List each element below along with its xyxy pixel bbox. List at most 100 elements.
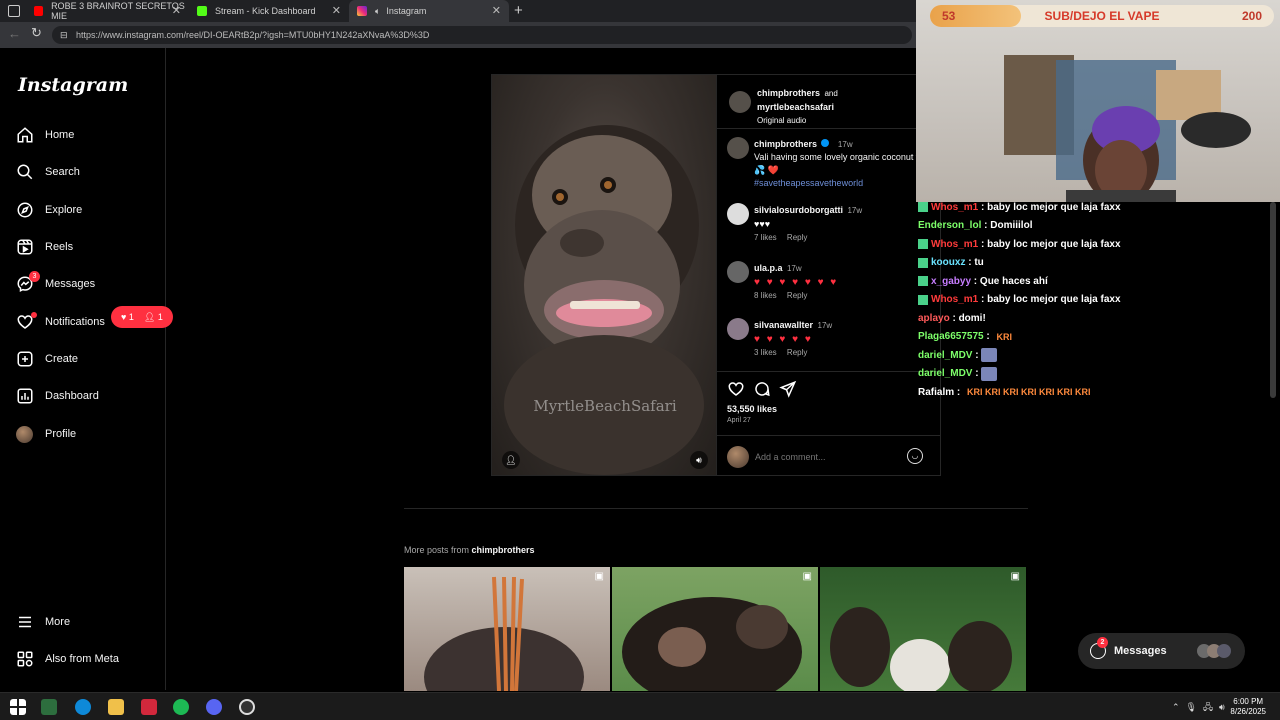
comment-time: 17w (786, 264, 802, 273)
messages-badge: 3 (29, 271, 40, 282)
notifications-popup-pill[interactable]: ♥ 1 👤︎ 1 (111, 306, 173, 328)
nav-dashboard[interactable]: Dashboard (16, 383, 161, 409)
refresh-icon[interactable]: ↻ (31, 25, 42, 41)
chat-username[interactable]: Enderson_lol (918, 220, 981, 231)
comment-likes[interactable]: 3 likes (754, 348, 777, 357)
file-explorer-icon[interactable] (108, 699, 124, 715)
comment-avatar[interactable] (727, 318, 749, 340)
caption-username[interactable]: chimpbrothers (754, 139, 817, 149)
site-info-icon[interactable]: ⊟ (60, 26, 68, 44)
close-tab-icon[interactable]: ✕ (492, 4, 501, 17)
chat-username[interactable]: Plaga6657575 (918, 331, 984, 342)
messages-floating-button[interactable]: 2 Messages (1078, 633, 1245, 669)
chat-text: KRI (996, 331, 1013, 342)
avatar (16, 425, 33, 443)
chat-username[interactable]: koouxz (931, 257, 965, 268)
comment-likes[interactable]: 7 likes (754, 233, 777, 242)
emoji-icon[interactable]: ◡ (907, 448, 923, 464)
chat-username[interactable]: Whos_m1 (931, 294, 978, 305)
new-tab-button[interactable]: + (514, 2, 523, 19)
comment-avatar[interactable] (727, 203, 749, 225)
discord-icon[interactable] (206, 699, 222, 715)
obs-icon[interactable] (239, 699, 255, 715)
terminal-icon[interactable] (41, 699, 57, 715)
comment-reply[interactable]: Reply (787, 233, 807, 242)
post-thumbnail[interactable]: ▣ (612, 567, 818, 691)
nav-home[interactable]: Home (16, 122, 161, 148)
reel-video[interactable]: MyrtleBeachSafari 👤︎ 🔊︎ (491, 74, 717, 476)
chat-username[interactable]: dariel_MDV (918, 350, 972, 361)
caption-hashtag[interactable]: #savetheapessavetheworld (754, 178, 863, 188)
like-icon[interactable] (727, 380, 745, 398)
nav-more[interactable]: More (16, 609, 161, 635)
caption-avatar[interactable] (727, 137, 749, 159)
chat-username[interactable]: dariel_MDV (918, 368, 972, 379)
app-red-icon[interactable] (141, 699, 157, 715)
volume-icon[interactable]: 🔊︎ (690, 451, 708, 469)
nav-also-from-meta[interactable]: Also from Meta (16, 646, 161, 672)
comment-reply[interactable]: Reply (787, 291, 807, 300)
chat-separator: : (978, 201, 988, 213)
nav-messages[interactable]: 3 Messages (16, 271, 161, 297)
browser-tab[interactable]: Stream - Kick Dashboard ✕ (189, 0, 349, 22)
comment-icon[interactable] (753, 380, 771, 398)
chat-separator: : (954, 386, 964, 398)
chat-badge-icon (918, 294, 928, 305)
like-count[interactable]: 53,550 likes (727, 404, 777, 414)
post-thumbnail[interactable]: ▣ (820, 567, 1026, 691)
taskbar-clock[interactable]: 6:00 PM 8/26/2025 (1230, 697, 1266, 717)
chat-username[interactable]: aplayo (918, 313, 950, 324)
comment-reply[interactable]: Reply (787, 348, 807, 357)
author-username[interactable]: chimpbrothers (757, 88, 820, 98)
system-tray-icons[interactable]: ⌃🎙︎🖧🔊︎ (1172, 700, 1231, 716)
comment-composer: ◡ (717, 435, 940, 475)
nav-create[interactable]: Create (16, 346, 161, 372)
nav-profile[interactable]: Profile (16, 421, 161, 447)
browser-tab[interactable]: ROBE 3 BRAINROT SECRETOS MIE ✕ (26, 0, 189, 22)
nav-search[interactable]: Search (16, 159, 161, 185)
comment-username[interactable]: ula.p.a (754, 263, 783, 273)
author-avatar[interactable] (729, 91, 751, 113)
chat-username[interactable]: Whos_m1 (931, 202, 978, 213)
close-tab-icon[interactable]: ✕ (172, 4, 181, 17)
windows-start-icon[interactable] (10, 699, 26, 715)
more-posts-username[interactable]: chimpbrothers (472, 545, 535, 555)
nav-reels[interactable]: Reels (16, 234, 161, 260)
dashboard-icon (17, 388, 33, 404)
comment-likes[interactable]: 8 likes (754, 291, 777, 300)
comment-username[interactable]: silvialosurdoborgatti (754, 205, 843, 215)
chat-scrollbar[interactable] (1270, 202, 1276, 398)
post-thumbnail[interactable]: ▣ (404, 567, 610, 691)
nav-label: Notifications (45, 316, 105, 328)
url-field[interactable]: ⊟ https://www.instagram.com/reel/DI-OEAR… (52, 26, 912, 44)
video-watermark: MyrtleBeachSafari (533, 397, 677, 415)
back-icon[interactable]: ← (8, 26, 21, 41)
close-tab-icon[interactable]: ✕ (332, 4, 341, 17)
browser-tab-bar: ROBE 3 BRAINROT SECRETOS MIE ✕ Stream - … (0, 0, 916, 22)
browser-tab-active[interactable]: 🔈︎ Instagram ✕ (349, 0, 509, 22)
spotify-icon[interactable] (173, 699, 189, 715)
chat-username[interactable]: Rafialm (918, 387, 954, 398)
chat-separator: : (971, 275, 980, 287)
comment-item: silvialosurdoborgatti 17w ♥♥♥ 7 likes Re… (717, 199, 940, 251)
edge-icon[interactable] (75, 699, 91, 715)
chat-username[interactable]: x_gabyy (931, 276, 971, 287)
youtube-icon (34, 6, 44, 16)
audio-label[interactable]: Original audio (757, 116, 806, 125)
user-avatar (727, 446, 749, 468)
instagram-logo[interactable]: Instagram (18, 74, 128, 96)
collab-username[interactable]: myrtlebeachsafari (757, 102, 834, 112)
comment-input[interactable] (755, 448, 905, 466)
chat-username[interactable]: Whos_m1 (931, 239, 978, 250)
tagged-users-icon[interactable]: 👤︎ (502, 451, 520, 469)
nav-explore[interactable]: Explore (16, 197, 161, 223)
chat-message: Whos_m1 : baby loc mejor que laja faxx (912, 235, 1272, 254)
chat-separator: : (983, 331, 993, 343)
reel-icon: ▣ (594, 571, 604, 582)
share-icon[interactable] (779, 380, 797, 398)
window-menu-icon[interactable] (8, 5, 20, 17)
comment-avatar[interactable] (727, 261, 749, 283)
tab-title: Stream - Kick Dashboard (215, 6, 316, 16)
comment-username[interactable]: silvanawallter (754, 320, 813, 330)
nav-label: Explore (45, 204, 83, 216)
